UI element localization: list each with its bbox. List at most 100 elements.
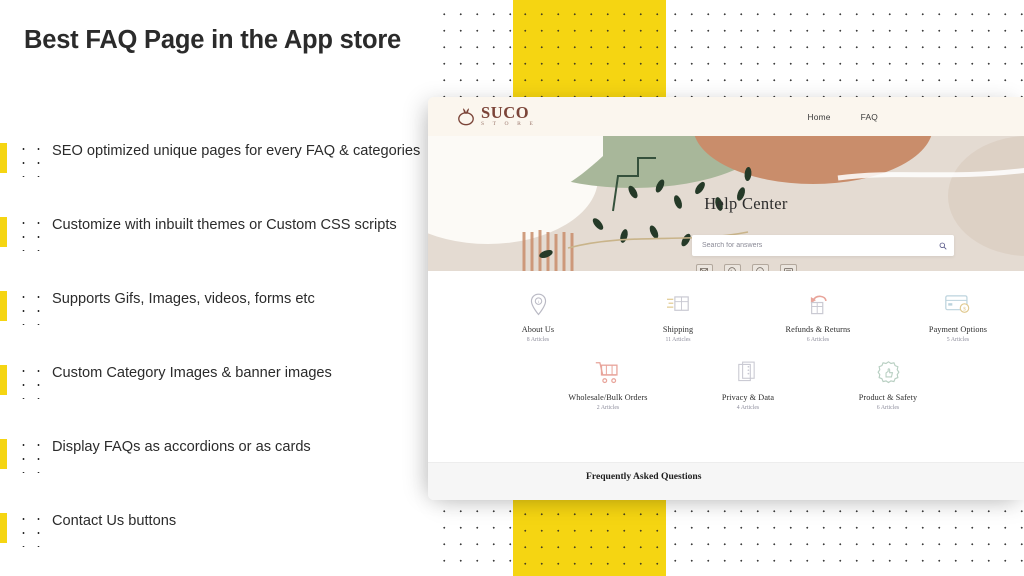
faq-section-heading: Frequently Asked Questions <box>586 471 702 482</box>
category-title: Refunds & Returns <box>785 325 851 334</box>
category-card-shipping[interactable]: Shipping 11 Articles <box>608 289 748 343</box>
yellow-block-bottom <box>513 497 666 576</box>
site-header: SUCO S T O R E Home FAQ <box>428 97 1024 136</box>
bullet-marker <box>0 357 52 403</box>
list-item: Contact Us buttons <box>0 505 432 551</box>
list-item-label: SEO optimized unique pages for every FAQ… <box>52 143 421 159</box>
yellow-block-top <box>513 0 666 106</box>
safety-badge-icon <box>876 360 900 383</box>
bullet-bar-icon <box>0 365 7 395</box>
bullet-marker <box>0 283 52 329</box>
nav-link-home[interactable]: Home <box>808 112 831 122</box>
search-box[interactable] <box>692 235 954 256</box>
list-item: Customize with inbuilt themes or Custom … <box>0 209 432 255</box>
hero-title: Help Center <box>428 194 1024 214</box>
category-count: 6 Articles <box>876 405 900 411</box>
list-item-label: Customize with inbuilt themes or Custom … <box>52 217 397 233</box>
contact-button-row <box>428 264 1024 271</box>
bullet-bar-icon <box>0 439 7 469</box>
category-title: Shipping <box>662 325 694 334</box>
bullet-marker <box>0 135 52 181</box>
dot-pattern-top-overlay <box>513 0 666 106</box>
website-mockup-panel: SUCO S T O R E Home FAQ Help Center Sear… <box>428 97 1024 500</box>
list-item-label: Supports Gifs, Images, videos, forms etc <box>52 291 315 307</box>
list-item: Custom Category Images & banner images <box>0 357 432 403</box>
search-row <box>692 235 954 256</box>
category-icon <box>538 357 678 387</box>
bullet-dots-icon <box>14 213 48 251</box>
documents-icon <box>738 361 755 381</box>
location-pin-icon: i <box>530 293 546 315</box>
category-title: Privacy & Data <box>721 393 775 402</box>
hero-section: Help Center <box>428 136 1024 271</box>
category-title: Payment Options <box>928 325 988 334</box>
messenger-contact-button[interactable] <box>751 264 769 271</box>
brand-wordmark: SUCO S T O R E <box>481 102 537 128</box>
category-row-1: i About Us 8 Articles Shipping 11 Articl… <box>428 289 1024 343</box>
search-button[interactable] <box>932 235 954 256</box>
brand-name: SUCO <box>481 102 530 122</box>
list-item-label: Contact Us buttons <box>52 513 177 529</box>
category-card-about-us[interactable]: i About Us 8 Articles <box>468 289 608 343</box>
category-title: Wholesale/Bulk Orders <box>568 393 648 402</box>
category-card-wholesale-bulk-orders[interactable]: Wholesale/Bulk Orders 2 Articles <box>538 357 678 411</box>
bullet-bar-icon <box>0 291 7 321</box>
svg-text:$: $ <box>963 306 966 313</box>
return-box-icon <box>810 295 827 314</box>
bullet-dots-icon <box>14 287 48 325</box>
svg-text:i: i <box>537 298 539 303</box>
brand-subtitle: S T O R E <box>481 121 537 128</box>
category-title: About Us <box>521 325 555 334</box>
bullet-bar-icon <box>0 143 7 173</box>
category-card-refunds-returns[interactable]: Refunds & Returns 6 Articles <box>748 289 888 343</box>
live-chat-contact-button[interactable] <box>779 264 797 271</box>
list-item-label: Custom Category Images & banner images <box>52 365 332 381</box>
suco-flower-logo-icon <box>458 108 474 126</box>
category-icon <box>678 357 818 387</box>
bullet-marker <box>0 505 52 551</box>
site-nav: Home FAQ <box>808 97 879 136</box>
bullet-dots-icon <box>14 509 48 547</box>
email-contact-button[interactable] <box>695 264 713 271</box>
messenger-icon <box>756 267 764 271</box>
category-icon <box>748 289 888 319</box>
whatsapp-icon <box>728 267 736 271</box>
faq-section: Frequently Asked Questions <box>428 462 1024 500</box>
category-card-privacy-data[interactable]: Privacy & Data 4 Articles <box>678 357 818 411</box>
bullet-bar-icon <box>0 513 7 543</box>
category-card-product-safety[interactable]: Product & Safety 6 Articles <box>818 357 958 411</box>
category-count: 2 Articles <box>596 405 620 411</box>
category-icon: $ <box>888 289 1024 319</box>
list-item: SEO optimized unique pages for every FAQ… <box>0 135 432 181</box>
shopping-cart-icon <box>595 361 618 383</box>
shipping-box-icon <box>667 296 689 311</box>
dot-pattern-bottom-overlay <box>513 497 666 576</box>
bullet-dots-icon <box>14 361 48 399</box>
list-item-label: Display FAQs as accordions or as cards <box>52 439 311 455</box>
category-count: 8 Articles <box>526 337 550 343</box>
whatsapp-contact-button[interactable] <box>723 264 741 271</box>
category-count: 6 Articles <box>806 337 830 343</box>
left-content-column: Best FAQ Page in the App store SEO optim… <box>0 0 432 576</box>
bullet-bar-icon <box>0 217 7 247</box>
live-chat-icon <box>783 267 793 271</box>
payment-card-icon: $ <box>945 295 970 313</box>
bullet-marker <box>0 209 52 255</box>
email-icon <box>700 268 708 271</box>
category-count: 11 Articles <box>665 337 691 343</box>
category-grid: i About Us 8 Articles Shipping 11 Articl… <box>428 271 1024 421</box>
category-title: Product & Safety <box>858 393 918 402</box>
list-item: Display FAQs as accordions or as cards <box>0 431 432 477</box>
bullet-dots-icon <box>14 435 48 473</box>
hero-title-text: Help Center <box>704 194 788 213</box>
bullet-dots-icon <box>14 139 48 177</box>
category-card-payment-options[interactable]: $ Payment Options 5 Articles <box>888 289 1024 343</box>
page-title: Best FAQ Page in the App store <box>24 26 402 54</box>
nav-link-faq[interactable]: FAQ <box>861 112 878 122</box>
brand-logo[interactable]: SUCO S T O R E <box>457 102 537 128</box>
category-count: 5 Articles <box>946 337 970 343</box>
category-icon <box>608 289 748 319</box>
category-icon: i <box>468 289 608 319</box>
search-input[interactable] <box>692 242 932 249</box>
list-item: Supports Gifs, Images, videos, forms etc <box>0 283 432 329</box>
